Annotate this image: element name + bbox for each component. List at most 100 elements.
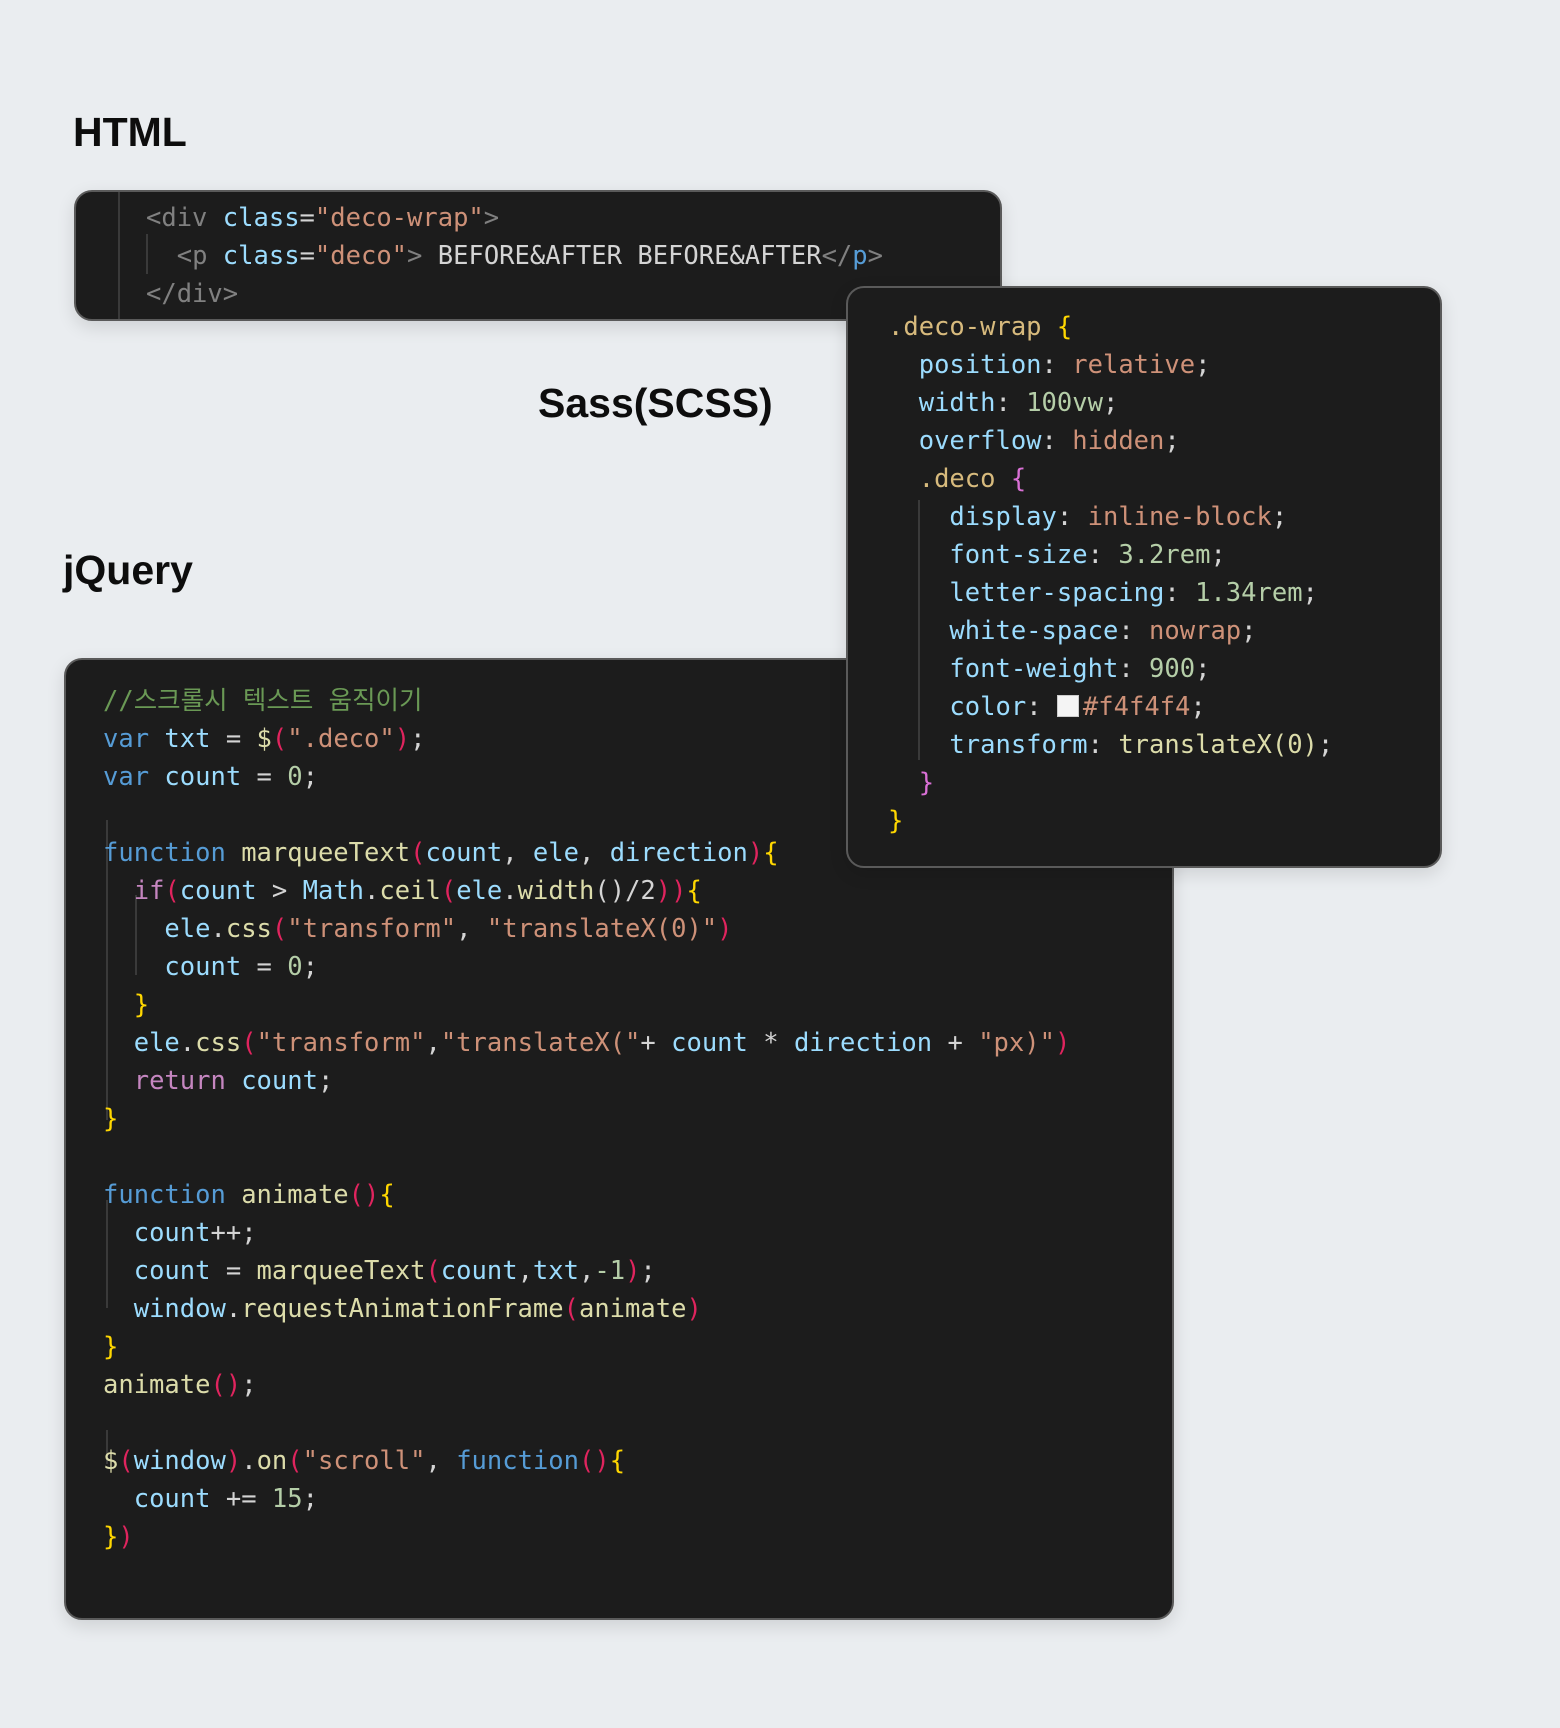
css-property: position — [918, 350, 1042, 380]
brace: { — [1010, 464, 1027, 494]
code-line: function animate(){ — [103, 1180, 395, 1210]
css-property: display — [949, 502, 1057, 532]
code-line: color: #f4f4f4; — [949, 692, 1206, 722]
function-name: marqueeText — [256, 1256, 426, 1286]
tag-close: > — [867, 241, 884, 271]
css-property: color — [949, 692, 1027, 722]
css-property: letter-spacing — [949, 578, 1165, 608]
code-line: font-weight: 900; — [949, 654, 1211, 684]
code-line: count = 0; — [164, 952, 318, 982]
code-line: if(count > Math.ceil(ele.width()/2)){ — [133, 876, 702, 906]
variable: window — [133, 1294, 226, 1324]
code-line: return count; — [133, 1066, 334, 1096]
function-name: marqueeText — [241, 838, 411, 868]
function-name: on — [256, 1446, 288, 1476]
equals: = — [299, 241, 315, 271]
css-value: relative — [1072, 350, 1196, 380]
variable: ele — [164, 914, 211, 944]
tag-end-open: </ — [821, 241, 853, 271]
variable: ele — [456, 876, 503, 906]
variable: count — [241, 1066, 318, 1096]
string: ".deco" — [287, 724, 395, 754]
variable: ele — [532, 838, 579, 868]
attribute-name: class — [222, 203, 300, 233]
variable: direction — [609, 838, 748, 868]
code-line: } — [103, 1332, 119, 1362]
function-name: animate — [241, 1180, 349, 1210]
code-line: display: inline-block; — [949, 502, 1288, 532]
code-line: window.requestAnimationFrame(animate) — [133, 1294, 702, 1324]
string: "translateX(" — [440, 1028, 641, 1058]
keyword: function — [103, 838, 226, 868]
code-line: count++; — [133, 1218, 257, 1248]
code-line: $(window).on("scroll", function(){ — [103, 1446, 626, 1476]
number: 0 — [287, 762, 303, 792]
brace: } — [888, 806, 904, 836]
css-value: #f4f4f4 — [1082, 692, 1191, 722]
html-heading: HTML — [73, 109, 187, 155]
code-line: width: 100vw; — [918, 388, 1119, 418]
css-value: inline-block — [1087, 502, 1272, 532]
string: "transform" — [256, 1028, 426, 1058]
css-property: font-size — [949, 540, 1088, 570]
css-property: width — [918, 388, 996, 418]
code-line: } — [888, 802, 1333, 840]
variable: count — [164, 762, 242, 792]
tag-name: p — [852, 241, 868, 271]
code-line: font-size: 3.2rem; — [949, 540, 1226, 570]
scss-heading: Sass(SCSS) — [538, 380, 773, 426]
code-line: overflow: hidden; — [918, 426, 1180, 456]
text-content: BEFORE&AFTER BEFORE&AFTER — [422, 241, 822, 271]
color-swatch[interactable] — [1056, 695, 1079, 717]
function-name: animate — [578, 1294, 687, 1324]
function-name: $ — [103, 1446, 119, 1476]
function-name: css — [195, 1028, 242, 1058]
tag-open: <p — [176, 241, 208, 271]
code-line: animate(); — [103, 1370, 257, 1400]
string: "transform" — [287, 914, 457, 944]
tag-close: </div> — [146, 279, 239, 309]
tag-open: <div — [146, 203, 208, 233]
keyword: function — [103, 1180, 226, 1210]
css-value: nowrap — [1149, 616, 1242, 646]
css-value: 900 — [1149, 654, 1196, 684]
css-value: translateX(0) — [1118, 730, 1318, 760]
variable: window — [133, 1446, 226, 1476]
function-name: animate — [103, 1370, 211, 1400]
comment: //스크롤시 텍스트 움직이기 — [103, 686, 423, 716]
number: 15 — [271, 1484, 303, 1514]
code-line: <div class="deco-wrap"> — [146, 199, 883, 237]
attribute-name: class — [222, 241, 300, 271]
css-value: 3.2rem — [1118, 540, 1211, 570]
variable: Math — [302, 876, 365, 906]
variable: txt — [532, 1256, 579, 1286]
css-value: hidden — [1072, 426, 1165, 456]
code-line: ele.css("transform", "translateX(0)") — [164, 914, 733, 944]
code-line: count = marqueeText(count,txt,-1); — [133, 1256, 656, 1286]
keyword: var — [103, 724, 150, 754]
code-line: } — [133, 990, 150, 1020]
variable: count — [425, 838, 503, 868]
jquery-heading: jQuery — [63, 547, 193, 593]
function-name: css — [225, 914, 272, 944]
keyword: if — [133, 876, 165, 906]
code-line: count += 15; — [133, 1484, 318, 1514]
keyword: function — [456, 1446, 580, 1476]
code-line: letter-spacing: 1.34rem; — [949, 578, 1318, 608]
scss-code-panel: .deco-wrap { position: relative; width: … — [846, 286, 1442, 868]
string: "px)" — [978, 1028, 1055, 1058]
code-line: } — [103, 1104, 119, 1134]
tag-close: > — [483, 203, 500, 233]
code-line: ele.css("transform","translateX("+ count… — [133, 1028, 1071, 1058]
variable: count — [179, 876, 257, 906]
selector: .deco-wrap — [888, 312, 1042, 342]
code-line: }) — [103, 1522, 134, 1552]
variable: count — [164, 952, 242, 982]
variable: count — [440, 1256, 518, 1286]
scss-code: .deco-wrap { position: relative; width: … — [888, 308, 1333, 840]
attribute-value: "deco" — [314, 241, 408, 271]
keyword: var — [103, 762, 150, 792]
variable: txt — [164, 724, 211, 754]
css-property: transform — [949, 730, 1088, 760]
